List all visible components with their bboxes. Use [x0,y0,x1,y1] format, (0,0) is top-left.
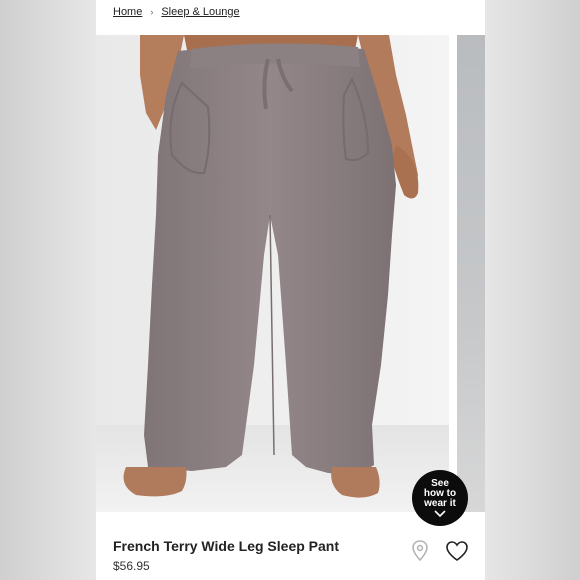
product-title: French Terry Wide Leg Sleep Pant [113,538,340,554]
breadcrumb-home-link[interactable]: Home [113,6,142,18]
breadcrumb-category-link[interactable]: Sleep & Lounge [161,6,239,18]
breadcrumb-separator: › [150,7,154,17]
product-price: $56.95 [113,559,150,573]
location-pin-icon[interactable] [411,540,429,562]
background-left [0,0,96,580]
chevron-down-icon [434,510,446,517]
next-product-image-preview[interactable] [457,35,485,512]
see-how-to-wear-it-button[interactable]: See how to wear it [412,470,468,526]
product-image[interactable] [96,35,449,512]
breadcrumb: Home › Sleep & Lounge [113,4,240,20]
heart-icon[interactable] [445,540,469,562]
background-right [485,0,580,580]
promo-line-3: wear it [424,498,456,509]
